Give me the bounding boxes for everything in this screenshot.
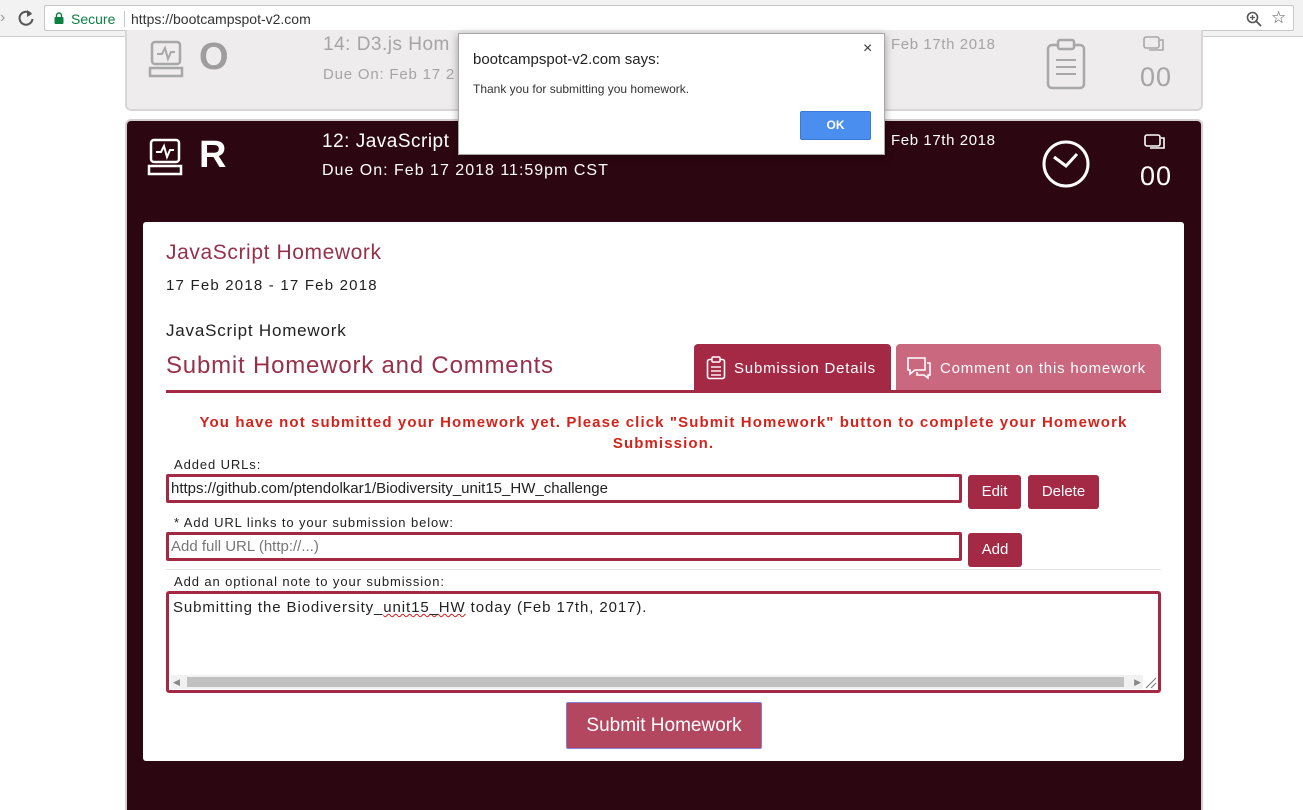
assignment-due: Due On: Feb 17 2018 11:59pm CST — [322, 162, 609, 179]
bookmark-star-icon[interactable]: ☆ — [1271, 8, 1286, 28]
note-text-part: today (Feb 17th, 2017). — [465, 599, 648, 616]
alert-dialog: bootcampspot-v2.com says: × Thank you fo… — [458, 33, 885, 155]
address-bar[interactable]: Secure https://bootcampspot-v2.com ☆ — [44, 5, 1294, 31]
note-text-misspelled: unit15_HW — [383, 599, 466, 616]
url-text[interactable]: https://bootcampspot-v2.com — [131, 11, 311, 27]
tab-submission-details[interactable]: Submission Details — [694, 344, 891, 392]
assignment-title: 12: JavaScript — [322, 131, 450, 152]
forward-icon[interactable]: › — [0, 9, 8, 27]
computer-icon — [147, 138, 183, 176]
lock-icon — [54, 12, 64, 24]
tab-label: Submission Details — [734, 359, 876, 377]
comment-count: 00 — [1140, 62, 1173, 92]
homework-name: JavaScript Homework — [166, 321, 347, 340]
clock-icon — [1042, 140, 1090, 188]
note-text-part: Submitting the Biodiversity_ — [173, 599, 384, 616]
note-label: Add an optional note to your submission: — [174, 574, 445, 589]
note-textarea[interactable]: Submitting the Biodiversity_unit15_HW to… — [166, 591, 1161, 693]
add-url-label: * Add URL links to your submission below… — [174, 515, 454, 530]
dialog-title: bootcampspot-v2.com says: — [473, 51, 660, 68]
assignment-due: Due On: Feb 17 2 — [323, 66, 456, 83]
assignment-letter: R — [199, 134, 227, 176]
comments-icon — [1144, 134, 1165, 149]
resize-handle-icon[interactable] — [1143, 675, 1157, 689]
submission-warning: You have not submitted your Homework yet… — [199, 414, 1128, 452]
reload-icon[interactable] — [17, 8, 35, 28]
assignment-letter: O — [199, 36, 229, 78]
tab-comment[interactable]: Comment on this homework — [896, 344, 1161, 392]
delete-button[interactable]: Delete — [1028, 475, 1099, 509]
section-title: Submit Homework and Comments — [166, 352, 554, 379]
assignment-date: Feb 17th 2018 — [891, 132, 996, 149]
section-divider — [166, 390, 1161, 393]
secure-label: Secure — [71, 11, 116, 27]
ok-button[interactable]: OK — [800, 111, 871, 140]
scroll-left-icon[interactable]: ◀ — [173, 677, 180, 687]
tab-label: Comment on this homework — [940, 359, 1146, 377]
computer-icon — [148, 40, 184, 78]
scroll-right-icon[interactable]: ▶ — [1134, 677, 1141, 687]
added-url-field[interactable]: https://github.com/ptendolkar1/Biodivers… — [166, 474, 962, 503]
scrollbar-thumb[interactable] — [187, 677, 1124, 687]
note-text: Submitting the Biodiversity_unit15_HW to… — [173, 599, 647, 616]
address-separator — [124, 11, 125, 27]
comments-icon — [1143, 36, 1164, 51]
zoom-icon[interactable] — [1246, 11, 1262, 27]
clipboard-icon — [1046, 38, 1086, 90]
divider — [166, 569, 1161, 570]
added-urls-label: Added URLs: — [174, 457, 262, 472]
assignment-title: 14: D3.js Hom — [323, 34, 450, 55]
add-button[interactable]: Add — [968, 533, 1022, 567]
homework-dates: 17 Feb 2018 - 17 Feb 2018 — [166, 277, 378, 294]
assignment-date: Feb 17th 2018 — [891, 36, 996, 53]
add-url-input[interactable] — [166, 532, 962, 561]
homework-panel: JavaScript Homework 17 Feb 2018 - 17 Feb… — [143, 222, 1184, 761]
assignment-card-active: R 12: JavaScript Due On: Feb 17 2018 11:… — [125, 119, 1203, 810]
homework-title: JavaScript Homework — [166, 241, 382, 264]
comments-icon — [907, 357, 931, 380]
close-icon[interactable]: × — [863, 40, 872, 58]
horizontal-scrollbar[interactable]: ◀ ▶ — [171, 675, 1143, 689]
edit-button[interactable]: Edit — [968, 475, 1021, 509]
clipboard-icon — [706, 356, 726, 380]
dialog-message: Thank you for submitting you homework. — [473, 82, 690, 96]
comment-count: 00 — [1140, 161, 1173, 191]
submit-homework-button[interactable]: Submit Homework — [566, 702, 762, 749]
